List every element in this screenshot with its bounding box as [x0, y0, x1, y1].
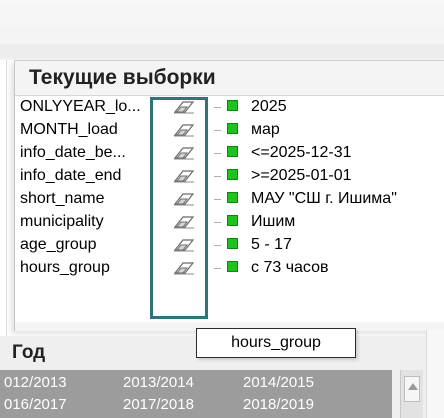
selection-row: short_name МАУ "СШ г. Ишима"	[15, 188, 444, 210]
selected-status-icon	[227, 192, 238, 203]
current-selections-panel: Текущие выборки ONLYYEAR_lo... 2025 MONT…	[14, 60, 444, 331]
connector-line	[214, 153, 221, 154]
eraser-icon[interactable]	[172, 258, 196, 278]
year-option[interactable]: 2017/2018	[123, 395, 194, 415]
connector-line	[214, 222, 221, 223]
vertical-scrollbar[interactable]	[400, 370, 423, 418]
side-panel-edge	[426, 330, 444, 418]
selection-row: age_group 5 - 17	[15, 234, 444, 256]
tooltip: hours_group	[196, 328, 356, 358]
selection-row: MONTH_load мар	[15, 119, 444, 141]
selection-row: municipality Ишим	[15, 211, 444, 233]
selection-value[interactable]: 5 - 17	[251, 234, 292, 256]
selection-value[interactable]: <=2025-12-31	[251, 142, 352, 164]
selected-status-icon	[227, 238, 238, 249]
eraser-icon[interactable]	[172, 97, 196, 117]
year-option[interactable]: 016/2017	[4, 395, 67, 415]
connector-line	[214, 199, 221, 200]
selection-row: hours_group с 73 часов	[15, 257, 444, 279]
selection-value[interactable]: МАУ "СШ г. Ишима"	[251, 188, 397, 210]
selection-row: info_date_end >=2025-01-01	[15, 165, 444, 187]
selection-value[interactable]: 2025	[251, 96, 287, 118]
connector-line	[214, 107, 221, 108]
field-name: short_name	[20, 190, 105, 207]
year-grid: 012/2013 2013/2014 2014/2015 016/2017 20…	[0, 370, 392, 418]
selection-row: info_date_be... <=2025-12-31	[15, 142, 444, 164]
eraser-icon[interactable]	[172, 120, 196, 140]
eraser-icon[interactable]	[172, 235, 196, 255]
selection-value[interactable]: >=2025-01-01	[251, 165, 352, 187]
eraser-icon[interactable]	[172, 143, 196, 163]
selected-status-icon	[227, 100, 238, 111]
selection-value[interactable]: с 73 часов	[251, 257, 329, 279]
selections-list: ONLYYEAR_lo... 2025 MONTH_load мар info_…	[15, 95, 444, 322]
field-name: info_date_end	[20, 167, 122, 184]
selection-value[interactable]: Ишим	[251, 211, 295, 233]
selected-status-icon	[227, 215, 238, 226]
connector-line	[214, 268, 221, 269]
year-option[interactable]: 2018/2019	[243, 395, 314, 415]
field-name: info_date_be...	[20, 144, 126, 161]
eraser-icon[interactable]	[172, 212, 196, 232]
selected-status-icon	[227, 261, 238, 272]
connector-line	[214, 245, 221, 246]
selected-status-icon	[227, 146, 238, 157]
year-option[interactable]: 012/2013	[4, 373, 67, 393]
selected-status-icon	[227, 169, 238, 180]
eraser-icon[interactable]	[172, 189, 196, 209]
background-band	[0, 44, 444, 58]
field-name: ONLYYEAR_lo...	[20, 98, 141, 115]
selected-status-icon	[227, 123, 238, 134]
field-name: age_group	[20, 236, 97, 253]
scroll-up-arrow-icon[interactable]	[404, 376, 420, 402]
divider	[6, 60, 7, 340]
eraser-icon[interactable]	[172, 166, 196, 186]
selection-value[interactable]: мар	[251, 119, 280, 141]
panel-title: Текущие выборки	[29, 66, 216, 89]
connector-line	[214, 130, 221, 131]
connector-line	[214, 176, 221, 177]
year-listbox-title: Год	[12, 342, 46, 363]
selection-row: ONLYYEAR_lo... 2025	[15, 96, 444, 118]
field-name: hours_group	[20, 259, 110, 276]
field-name: municipality	[20, 213, 104, 230]
year-option[interactable]: 2013/2014	[123, 373, 194, 393]
field-name: MONTH_load	[20, 121, 118, 138]
year-option[interactable]: 2014/2015	[243, 373, 314, 393]
